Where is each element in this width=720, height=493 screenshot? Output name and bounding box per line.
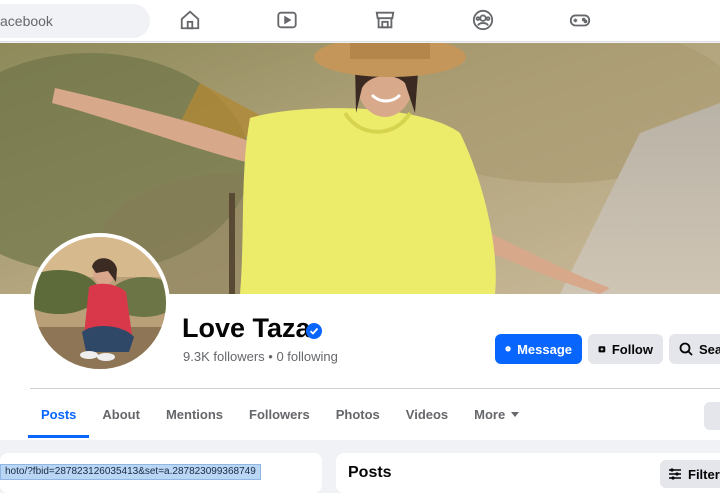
follower-counts: 9.3K followers • 0 following bbox=[183, 349, 338, 364]
verified-badge-icon bbox=[306, 323, 322, 339]
video-icon[interactable] bbox=[276, 9, 298, 31]
tab-posts[interactable]: Posts bbox=[28, 390, 90, 438]
marketplace-icon[interactable] bbox=[374, 9, 396, 31]
groups-icon[interactable] bbox=[472, 9, 494, 31]
caret-down-icon bbox=[511, 411, 520, 417]
filters-button[interactable]: Filters bbox=[660, 460, 720, 488]
following-count[interactable]: 0 following bbox=[276, 349, 337, 364]
tab-followers-label: Followers bbox=[249, 406, 310, 422]
tab-photos-label: Photos bbox=[335, 406, 380, 422]
filters-button-label: Filters bbox=[688, 466, 720, 482]
page-title: Love Taza bbox=[182, 313, 311, 343]
search-page-button[interactable]: Sear bbox=[669, 334, 720, 364]
counts-separator: • bbox=[268, 349, 273, 364]
top-navigation-bar: acebook bbox=[0, 0, 720, 42]
message-button-label: Message bbox=[517, 341, 572, 357]
search-page-button-label: Sear bbox=[699, 341, 720, 357]
tab-more[interactable]: More bbox=[461, 390, 532, 438]
search-input-text: acebook bbox=[0, 13, 53, 29]
gaming-icon[interactable] bbox=[569, 9, 591, 31]
profile-avatar[interactable] bbox=[30, 233, 170, 373]
tab-about-label: About bbox=[102, 406, 140, 422]
home-icon[interactable] bbox=[179, 9, 201, 31]
tab-mentions-label: Mentions bbox=[165, 406, 224, 422]
tab-photos[interactable]: Photos bbox=[323, 390, 393, 438]
messenger-icon bbox=[505, 346, 511, 352]
follow-icon bbox=[598, 346, 606, 353]
filters-icon bbox=[669, 468, 681, 480]
search-icon bbox=[679, 342, 693, 356]
tab-more-label: More bbox=[474, 406, 506, 422]
profile-tabs: Posts About Mentions Followers Photos Vi… bbox=[28, 390, 532, 438]
more-options-button[interactable] bbox=[704, 402, 720, 430]
follow-button[interactable]: Follow bbox=[588, 334, 663, 364]
search-input[interactable]: acebook bbox=[0, 4, 150, 38]
status-bar-url: hoto/?fbid=287823126035413&set=a.2878230… bbox=[0, 464, 261, 480]
tab-followers[interactable]: Followers bbox=[236, 390, 323, 438]
tab-about[interactable]: About bbox=[89, 390, 153, 438]
message-button[interactable]: Message bbox=[495, 334, 582, 364]
posts-heading: Posts bbox=[348, 464, 392, 481]
followers-count[interactable]: 9.3K followers bbox=[183, 349, 265, 364]
tab-mentions[interactable]: Mentions bbox=[153, 390, 236, 438]
tab-videos-label: Videos bbox=[405, 406, 449, 422]
tab-posts-label: Posts bbox=[41, 406, 77, 422]
tab-videos[interactable]: Videos bbox=[393, 390, 461, 438]
follow-button-label: Follow bbox=[611, 341, 653, 357]
header-divider bbox=[30, 388, 720, 389]
